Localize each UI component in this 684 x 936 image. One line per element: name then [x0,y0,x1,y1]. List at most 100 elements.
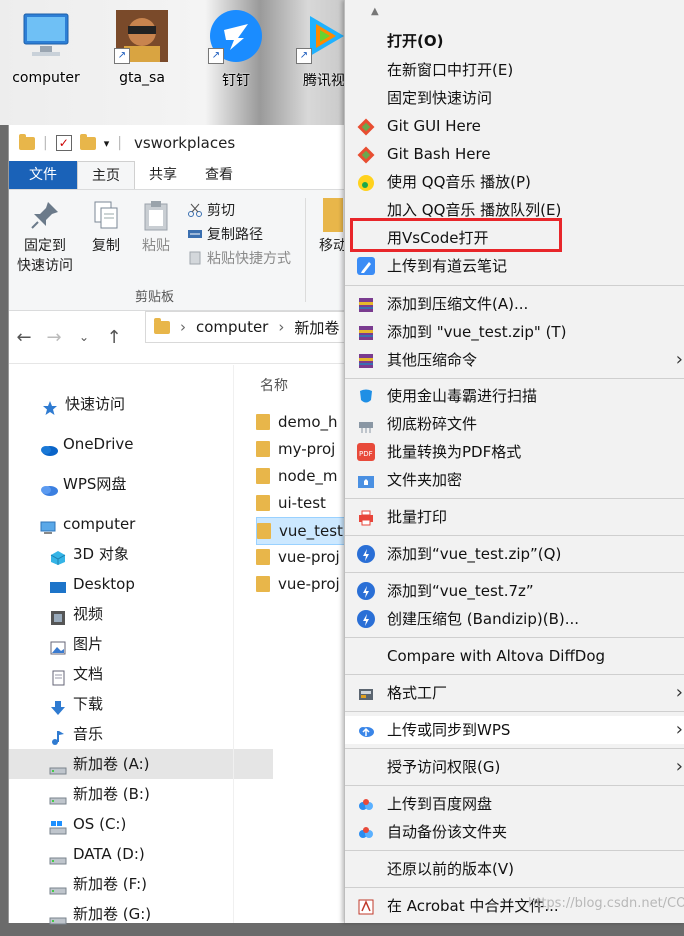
menu-item-shred-file[interactable]: 彻底粉碎文件 [345,410,684,438]
menu-item-folder-encrypt[interactable]: 文件夹加密 [345,466,684,494]
nav-item-label: Desktop [73,575,135,593]
list-item[interactable]: my-proj [256,436,346,462]
forward-arrow-icon[interactable]: → [39,327,69,348]
menu-item-diffdog-compare[interactable]: Compare with Altova DiffDog [345,642,684,670]
highlight-annotation-box [350,218,562,252]
tab-file[interactable]: 文件 [9,161,77,189]
menu-item-youdao-note[interactable]: 上传到有道云笔记 [345,252,684,280]
drive-icon [49,906,67,925]
menu-item-duba-scan[interactable]: 使用金山毒霸进行扫描 [345,382,684,410]
cut-button[interactable]: 剪切 [187,200,235,220]
menu-item-open[interactable]: 打开(O) [345,27,684,55]
nav-item-quick-access[interactable]: 快速访问 [9,389,265,419]
nav-item-label: 图片 [73,635,104,653]
menu-item-bandizip-add-7z[interactable]: 添加到“vue_test.7z” [345,577,684,605]
nav-item-wps-drive[interactable]: WPS网盘 [9,469,263,499]
breadcrumb-computer[interactable]: computer [196,318,268,336]
folder-lock-icon [357,471,375,489]
menu-item-baidu-upload[interactable]: 上传到百度网盘 [345,790,684,818]
desktop-icon-gta-sa[interactable]: ↗ gta_sa [102,8,182,86]
file-name: demo_h [278,413,338,431]
menu-label: 彻底粉碎文件 [387,415,478,433]
menu-item-qq-music-play[interactable]: 使用 QQ音乐 播放(P) [345,168,684,196]
menu-item-add-to-vue-test-zip[interactable]: 添加到 "vue_test.zip" (T) [345,318,684,346]
folder-icon [256,468,270,484]
menu-divider [345,535,684,536]
menu-item-bandizip-create[interactable]: 创建压缩包 (Bandizip)(B)... [345,605,684,633]
new-folder-icon[interactable] [79,133,96,150]
menu-item-batch-convert-pdf[interactable]: PDF 批量转换为PDF格式 [345,438,684,466]
properties-icon[interactable]: ✓ [55,135,72,151]
menu-item-format-factory[interactable]: 格式工厂 › [345,679,684,707]
address-folder-icon [154,317,170,334]
cut-label: 剪切 [207,203,235,219]
menu-label: 创建压缩包 (Bandizip)(B)... [387,610,580,628]
nav-item-onedrive[interactable]: OneDrive [9,429,263,459]
nav-item-label: OS (C:) [73,815,127,833]
duba-antivirus-icon [357,387,375,405]
pin-icon [28,198,62,232]
menu-divider [345,572,684,573]
paste-button[interactable]: 粘贴 [139,198,173,256]
submenu-arrow-icon: › [675,719,683,740]
tab-view[interactable]: 查看 [191,161,247,189]
menu-label: 添加到 "vue_test.zip" (T) [387,323,567,341]
paste-label: 粘贴 [142,238,170,254]
tab-home[interactable]: 主页 [77,161,135,189]
back-arrow-icon[interactable]: ← [9,327,39,348]
address-bar[interactable]: › computer › 新加卷 ( [145,311,365,343]
ribbon-group-divider [305,198,306,302]
menu-item-wps-upload-sync[interactable]: 上传或同步到WPS › [345,716,684,744]
list-item[interactable]: vue-proj [256,544,346,570]
tab-share[interactable]: 共享 [135,161,191,189]
recent-locations-chevron-icon[interactable]: ⌄ [69,330,99,344]
menu-item-bandizip-add-zip[interactable]: 添加到“vue_test.zip”(Q) [345,540,684,568]
pin-label-line1: 固定到 [24,238,66,254]
submenu-arrow-icon: › [675,682,683,703]
paste-shortcut-button[interactable]: 粘贴快捷方式 [187,248,291,268]
menu-divider [345,711,684,712]
drive-icon [49,876,67,895]
menu-label: 添加到“vue_test.7z” [387,582,534,600]
list-item[interactable]: demo_h [256,409,346,435]
up-arrow-icon[interactable]: ↑ [99,327,129,348]
list-item[interactable]: vue-proj [256,571,346,597]
bandizip-icon [357,610,375,628]
desktop-folder-icon [49,576,67,593]
copy-label: 复制 [92,238,120,254]
baidu-netdisk-icon [357,795,375,813]
menu-label: 批量打印 [387,508,448,526]
menu-item-restore-previous-versions[interactable]: 还原以前的版本(V) [345,855,684,883]
pin-quick-access-button[interactable]: 固定到 快速访问 [17,198,73,276]
menu-item-git-gui[interactable]: Git GUI Here [345,112,684,140]
menu-item-auto-backup[interactable]: 自动备份该文件夹 [345,818,684,846]
menu-item-add-to-archive[interactable]: 添加到压缩文件(A)... [345,290,684,318]
column-header-name[interactable]: 名称 [260,375,288,395]
desktop-icon-dingtalk[interactable]: ↗ 钉钉 [196,8,276,90]
list-item[interactable]: node_m [256,463,346,489]
document-icon [49,666,67,686]
copy-button[interactable]: 复制 [89,198,123,256]
menu-item-grant-access[interactable]: 授予访问权限(G) › [345,753,684,781]
menu-item-open-new-window[interactable]: 在新窗口中打开(E) [345,56,684,84]
nav-item-computer[interactable]: computer [9,509,263,539]
menu-item-git-bash[interactable]: Git Bash Here [345,140,684,168]
breadcrumb-separator-icon: › [180,318,186,336]
copy-path-button[interactable]: 复制路径 [187,224,263,244]
menu-item-batch-print[interactable]: 批量打印 [345,503,684,531]
file-name: node_m [278,467,338,485]
quick-access-dropdown-icon[interactable]: ▾ [104,137,110,150]
nav-item-label: 音乐 [73,725,104,743]
menu-divider [345,748,684,749]
folder-icon [256,576,270,592]
list-item[interactable]: ui-test [256,490,346,516]
menu-item-other-compress-commands[interactable]: 其他压缩命令 › [345,346,684,374]
breadcrumb-drive[interactable]: 新加卷 ( [294,317,350,338]
file-name: vue-proj [278,548,340,566]
scroll-up-arrow-icon[interactable]: ▲ [371,6,379,17]
desktop-icon-computer[interactable]: computer [6,8,86,86]
menu-item-pin-quick-access[interactable]: 固定到快速访问 [345,84,684,112]
shredder-icon [357,415,375,433]
list-item-selected[interactable]: vue_test [256,517,348,545]
wps-cloud-icon [39,476,58,496]
